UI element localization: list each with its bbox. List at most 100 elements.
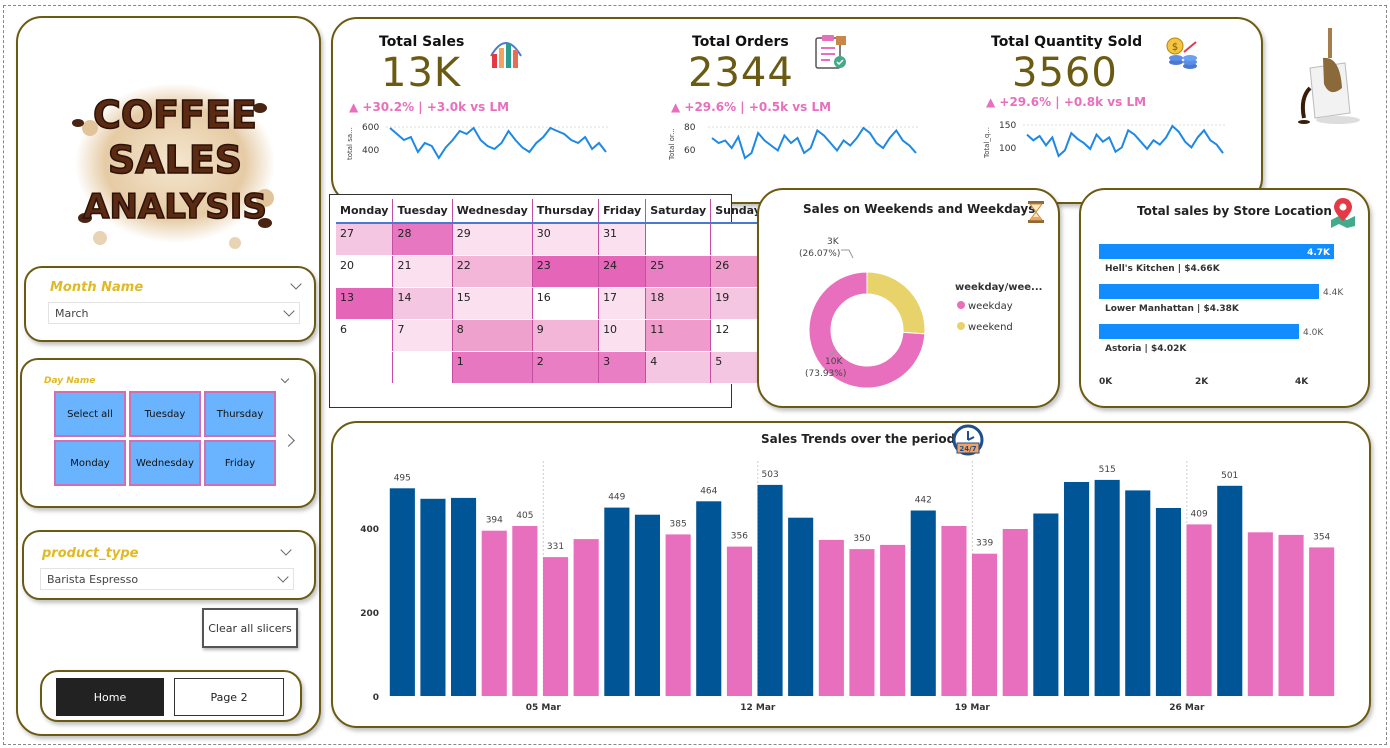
trend-bar xyxy=(941,526,967,696)
trend-bar xyxy=(788,517,814,696)
month-name-slicer: Month Name March xyxy=(24,266,316,342)
svg-text:COFFEE: COFFEE xyxy=(93,93,257,137)
chevron-right-icon[interactable] xyxy=(282,434,295,447)
calendar-day-cell[interactable]: 17 xyxy=(598,287,647,320)
chevron-down-icon xyxy=(277,571,289,583)
trend-bar xyxy=(665,534,691,696)
store-bar-value: 4.4K xyxy=(1323,288,1344,298)
trend-bar xyxy=(1094,479,1120,696)
trend-bar xyxy=(726,546,752,696)
day-tile-select-all[interactable]: Select all xyxy=(54,391,126,437)
calendar-day-cell[interactable]: 9 xyxy=(532,319,600,352)
clipboard-orders-icon xyxy=(815,35,846,69)
day-tile-monday[interactable]: Monday xyxy=(54,440,126,486)
calendar-day-cell[interactable]: 18 xyxy=(645,287,712,320)
calendar-day-cell[interactable]: 22 xyxy=(452,255,533,288)
svg-text:SALES: SALES xyxy=(108,138,242,182)
kpi-sparkline: Total or... 80 60 xyxy=(668,123,920,161)
calendar-day-cell[interactable]: 20 xyxy=(336,255,394,288)
day-tile-wednesday[interactable]: Wednesday xyxy=(129,440,201,486)
day-tile-friday[interactable]: Friday xyxy=(204,440,276,486)
calendar-day-cell[interactable]: 16 xyxy=(532,287,600,320)
home-nav-button[interactable]: Home xyxy=(56,678,164,716)
trend-bar xyxy=(818,539,844,696)
donut-label-value: 10K xyxy=(825,357,843,367)
x-axis-tick: 26 Mar xyxy=(1169,703,1205,713)
calendar-day-cell[interactable]: 11 xyxy=(645,319,712,352)
donut-leader-line xyxy=(841,249,854,259)
trend-bar-label: 495 xyxy=(394,473,411,483)
calendar-day-cell[interactable]: 23 xyxy=(532,255,600,288)
kpi-delta: ▲ +30.2% | +3.0k vs LM xyxy=(349,100,510,114)
trend-bar xyxy=(1002,529,1028,696)
calendar-day-cell[interactable]: 15 xyxy=(452,287,533,320)
hanging-coffee-cup-icon xyxy=(1298,28,1360,124)
calendar-day-cell[interactable]: 3 xyxy=(598,351,647,384)
trend-bar xyxy=(512,526,538,696)
chevron-down-icon[interactable] xyxy=(280,544,292,556)
calendar-day-cell[interactable]: 25 xyxy=(645,255,712,288)
calendar-day-cell[interactable]: 27 xyxy=(336,223,394,256)
x-axis-tick: 19 Mar xyxy=(955,703,991,713)
calendar-day-cell[interactable]: 8 xyxy=(452,319,533,352)
calendar-day-cell[interactable]: 6 xyxy=(336,319,394,352)
page2-nav-button[interactable]: Page 2 xyxy=(174,678,284,716)
chevron-down-icon[interactable] xyxy=(290,278,302,290)
trend-bar-label: 464 xyxy=(700,486,717,496)
calendar-day-cell[interactable]: 30 xyxy=(532,223,600,256)
trend-bar xyxy=(604,507,630,696)
trend-bar-label: 409 xyxy=(1191,509,1208,519)
calendar-day-cell[interactable] xyxy=(645,223,712,256)
legend-marker xyxy=(957,301,965,309)
calendar-day-cell[interactable]: 28 xyxy=(392,223,453,256)
calendar-day-cell[interactable]: 14 xyxy=(392,287,453,320)
chevron-down-icon[interactable] xyxy=(280,374,290,384)
product-type-title: product_type xyxy=(42,546,139,561)
svg-text:$: $ xyxy=(1172,42,1178,53)
weekend-weekday-card: Sales on Weekends and Weekdays 3K (26.07%… xyxy=(757,188,1060,408)
donut-legend-title: weekday/wee... xyxy=(955,282,1042,293)
coffee-sales-analysis-logo: COFFEE SALES ANALYSIS xyxy=(72,83,275,249)
trend-bar-label: 339 xyxy=(976,539,993,549)
trend-bar xyxy=(420,498,446,696)
product-type-value: Barista Espresso xyxy=(47,573,139,586)
sparkline-tick: 60 xyxy=(684,146,696,156)
calendar-header: Monday xyxy=(336,199,394,224)
product-type-dropdown[interactable]: Barista Espresso xyxy=(40,568,294,590)
clear-all-slicers-button[interactable]: Clear all slicers xyxy=(202,608,298,648)
calendar-day-cell[interactable]: 10 xyxy=(598,319,647,352)
trend-bar xyxy=(849,549,875,696)
sparkline-line xyxy=(1026,124,1224,158)
calendar-day-cell[interactable]: 2 xyxy=(532,351,600,384)
calendar-day-cell[interactable]: 13 xyxy=(336,287,394,320)
kpi-value: 2344 xyxy=(688,50,794,96)
calendar-day-cell[interactable]: 7 xyxy=(392,319,453,352)
kpi-delta: ▲ +29.6% | +0.5k vs LM xyxy=(671,100,832,114)
sparkline-tick: 600 xyxy=(362,123,379,133)
sales-trend-bar-chart: 0 200 400 05 Mar 12 Mar 19 Mar 26 Mar 495 394 405… xyxy=(360,461,1335,713)
sparkline-tick: 80 xyxy=(684,123,696,133)
legend-label: weekday xyxy=(968,301,1013,312)
calendar-day-cell[interactable]: 21 xyxy=(392,255,453,288)
trend-bar-label: 515 xyxy=(1099,465,1116,475)
calendar-day-cell[interactable]: 1 xyxy=(452,351,533,384)
kpi-label: Total Sales xyxy=(379,34,465,50)
trend-bar xyxy=(1064,482,1090,696)
day-tile-tuesday[interactable]: Tuesday xyxy=(129,391,201,437)
store-bar xyxy=(1099,244,1334,259)
calendar-day-cell[interactable]: 4 xyxy=(645,351,712,384)
day-tile-thursday[interactable]: Thursday xyxy=(204,391,276,437)
calendar-day-cell[interactable]: 31 xyxy=(598,223,647,256)
calendar-header: Friday xyxy=(598,199,647,224)
calendar-day-cell[interactable] xyxy=(392,351,453,384)
month-name-dropdown[interactable]: March xyxy=(48,302,300,324)
calendar-day-cell[interactable]: 24 xyxy=(598,255,647,288)
calendar-header: Saturday xyxy=(645,199,712,224)
store-location-card: Total sales by Store Location 4.7K Hell's… xyxy=(1079,188,1370,408)
calendar-day-cell[interactable] xyxy=(336,351,394,384)
trend-bar-label: 331 xyxy=(547,542,564,552)
store-axis-tick: 2K xyxy=(1195,377,1209,387)
store-bar xyxy=(1099,284,1319,299)
trend-bar-label: 501 xyxy=(1221,471,1238,481)
calendar-day-cell[interactable]: 29 xyxy=(452,223,533,256)
